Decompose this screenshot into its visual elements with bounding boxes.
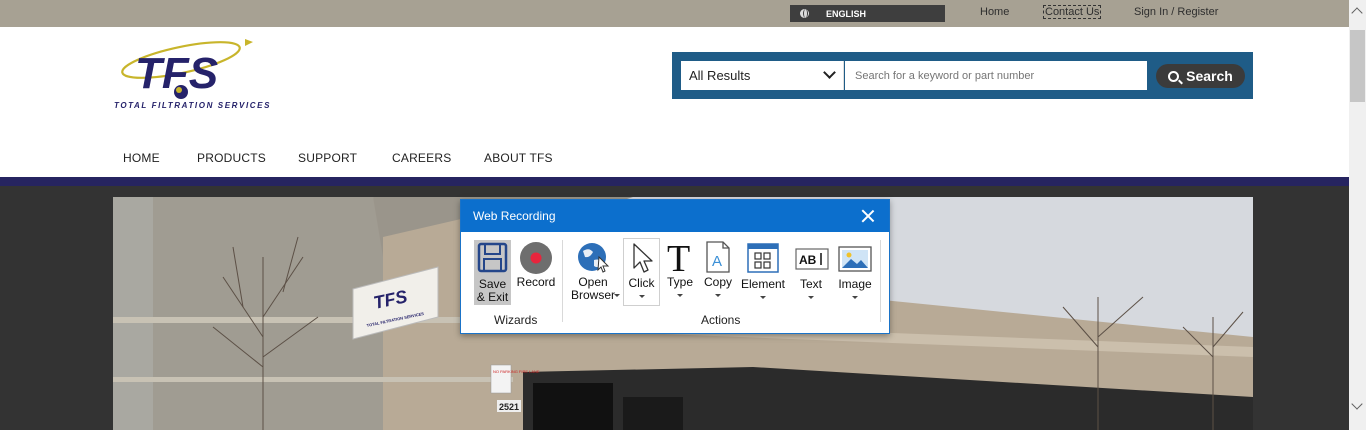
language-selector[interactable]: ENGLISH (790, 5, 945, 22)
globe-cursor-icon (578, 243, 610, 273)
floppy-disk-icon (477, 242, 508, 273)
copy-button[interactable]: A Copy (700, 240, 736, 306)
text-field-icon: AB (795, 248, 829, 270)
group-separator-end (880, 240, 881, 322)
web-recording-dialog: Web Recording Save & Exit Record Wizards (460, 199, 890, 334)
search-button-label: Search (1186, 68, 1233, 84)
text-label: Text (799, 277, 822, 291)
chevron-down-icon (823, 66, 836, 79)
element-caret-icon (760, 296, 766, 299)
record-label: Record (516, 275, 556, 289)
nav-home[interactable]: HOME (123, 151, 160, 165)
search-bar: All Results Search (672, 52, 1253, 99)
copy-caret-icon (715, 294, 721, 297)
text-caret-icon (808, 296, 814, 299)
search-button[interactable]: Search (1156, 64, 1245, 88)
save-exit-label-2: & Exit (476, 290, 509, 304)
logo-tagline: TOTAL FILTRATION SERVICES (114, 101, 272, 110)
globe-icon (800, 9, 809, 18)
address-number: 2521 (499, 402, 519, 412)
search-icon (1168, 70, 1180, 82)
scrollbar-thumb[interactable] (1350, 30, 1365, 102)
type-button[interactable]: T Type (663, 240, 697, 306)
svg-text:AB: AB (799, 253, 817, 267)
nav-support[interactable]: SUPPORT (298, 151, 357, 165)
image-icon (838, 246, 872, 272)
nav-careers[interactable]: CAREERS (392, 151, 451, 165)
copy-label: Copy (703, 275, 732, 289)
language-label: ENGLISH (826, 8, 867, 19)
image-label: Image (838, 277, 872, 291)
page: ENGLISH Home Contact Us Sign In / Regist… (0, 0, 1366, 430)
search-scope-value: All Results (689, 68, 751, 83)
text-button[interactable]: AB Text (791, 240, 831, 306)
copy-document-icon: A (706, 241, 730, 273)
scroll-down-icon[interactable] (1351, 398, 1363, 410)
actions-group-label: Actions (701, 313, 741, 327)
wizards-group-label: Wizards (494, 313, 538, 327)
open-browser-button[interactable]: Open Browser (567, 240, 620, 306)
nav-divider (0, 177, 1349, 186)
vertical-scrollbar[interactable] (1349, 0, 1366, 430)
close-icon[interactable] (861, 209, 875, 223)
no-parking-sign: NO PARKING FIRE LANE (493, 369, 540, 374)
text-t-icon: T (667, 240, 690, 274)
type-label: Type (666, 275, 693, 289)
contact-us-link[interactable]: Contact Us (1043, 5, 1102, 19)
home-link[interactable]: Home (980, 6, 1009, 18)
save-exit-button[interactable]: Save & Exit (474, 240, 511, 305)
group-separator (562, 240, 563, 322)
element-grid-icon (747, 243, 779, 273)
utility-bar: ENGLISH Home Contact Us Sign In / Regist… (0, 0, 1349, 27)
image-caret-icon (852, 296, 858, 299)
nav-about-tfs[interactable]: ABOUT TFS (484, 151, 553, 165)
svg-text:A: A (712, 253, 722, 270)
click-button[interactable]: Click (623, 238, 660, 306)
type-caret-icon (677, 294, 683, 297)
search-input[interactable] (845, 61, 1147, 90)
dialog-titlebar: Web Recording (461, 200, 889, 232)
dialog-title: Web Recording (473, 209, 556, 223)
search-scope-select[interactable]: All Results (681, 61, 844, 90)
scroll-up-icon[interactable] (1351, 7, 1363, 19)
click-label: Click (628, 276, 655, 290)
tfs-logo-mark: TFS (121, 39, 253, 99)
tfs-logo[interactable]: TFS TOTAL FILTRATION SERVICES (113, 38, 278, 113)
cursor-arrow-icon (633, 243, 653, 273)
open-browser-caret-icon (614, 294, 620, 297)
element-label: Element (740, 277, 786, 291)
sign-in-register-link[interactable]: Sign In / Register (1134, 6, 1218, 18)
element-button[interactable]: Element (740, 240, 786, 306)
svg-text:T: T (667, 240, 690, 274)
open-browser-label-2: Browser (570, 288, 615, 302)
nav-products[interactable]: PRODUCTS (197, 151, 266, 165)
record-button[interactable]: Record (515, 240, 557, 290)
record-icon (520, 242, 552, 274)
image-button[interactable]: Image (835, 240, 875, 306)
click-caret-icon (639, 295, 645, 298)
